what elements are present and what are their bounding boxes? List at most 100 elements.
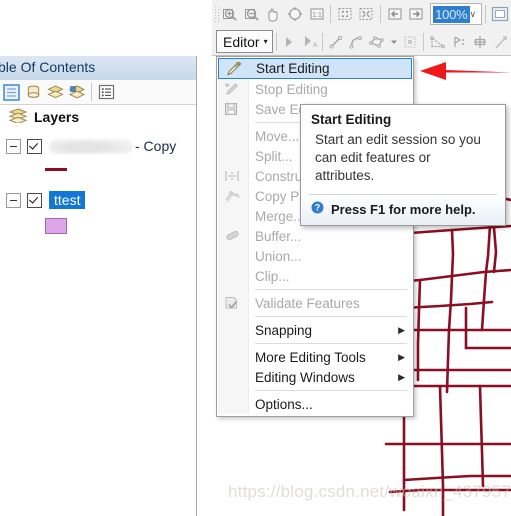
layer-visibility-checkbox[interactable] [27, 192, 42, 208]
toolbar-separator [322, 32, 324, 51]
construct-points-icon [223, 168, 241, 184]
menu-item-editing-windows[interactable]: Editing Windows ▶ [217, 367, 413, 387]
editor-toolbar: Editor ▾ A [212, 28, 511, 56]
edit-vertices-icon[interactable] [401, 30, 419, 54]
menu-item-snapping[interactable]: Snapping ▶ [217, 320, 413, 340]
zoom-in-icon[interactable] [221, 2, 241, 26]
menu-label: Options... [255, 396, 313, 412]
layer-visibility-checkbox[interactable] [27, 138, 42, 154]
tooltip-footer: ? Press F1 for more help. [301, 195, 505, 225]
menu-item-options[interactable]: Options... [217, 394, 413, 414]
edit-tool-icon[interactable] [280, 30, 298, 54]
menu-item-buffer[interactable]: Buffer... [217, 226, 413, 246]
construction-dropdown-caret[interactable] [389, 30, 399, 54]
cut-polygons-icon[interactable] [450, 30, 468, 54]
menu-label: Validate Features [255, 295, 360, 311]
menu-label: Buffer... [255, 228, 302, 244]
editor-menu-button[interactable]: Editor ▾ [216, 30, 273, 53]
chevron-down-icon: ▾ [263, 36, 268, 46]
toolbar-separator [423, 32, 424, 51]
toc-root-label: Layers [34, 109, 80, 125]
toolbar-separator [485, 5, 486, 23]
zoom-in-center-icon[interactable] [335, 2, 355, 26]
zoom-out-center-icon[interactable] [357, 2, 377, 26]
menu-separator [255, 289, 407, 290]
fixed-zoom-icon[interactable]: 1:1 [307, 2, 327, 26]
zoom-out-icon[interactable] [242, 2, 262, 26]
tooltip-footer-text: Press F1 for more help. [331, 201, 476, 217]
full-extent-icon[interactable] [285, 2, 305, 26]
menu-label: Editing Windows [255, 369, 355, 385]
construction-tool-icon[interactable] [367, 30, 387, 54]
menu-label: Union... [255, 248, 302, 264]
menu-item-union[interactable]: Union... [217, 246, 413, 266]
toc-layer-symbol [0, 215, 196, 237]
toc-title-bar: ble Of Contents [0, 56, 196, 81]
toc-layer-row[interactable]: - Copy [0, 134, 196, 158]
endpoint-arc-segment-icon[interactable] [347, 30, 365, 54]
toolbar-separator [275, 32, 277, 51]
layer-name-suffix: - Copy [135, 138, 177, 154]
rotate-tool-icon[interactable] [492, 30, 510, 54]
menu-item-validate-features[interactable]: Validate Features [217, 293, 413, 313]
toolbar-drag-grip[interactable] [214, 5, 220, 23]
layout-view-icon[interactable] [490, 2, 510, 26]
collapse-toggle-icon[interactable] [6, 138, 21, 154]
split-tool-icon[interactable] [470, 30, 490, 54]
chevron-down-icon[interactable]: ∨ [470, 9, 477, 20]
layer-name-redacted [49, 138, 133, 154]
collapse-toggle-icon[interactable] [6, 192, 21, 208]
watermark-text: https://blog.csdn.net/woaixn_43795783 [228, 482, 511, 501]
toc-root-layers[interactable]: Layers [0, 106, 196, 128]
menu-label: Stop Editing [255, 81, 328, 97]
go-next-extent-icon[interactable] [407, 2, 427, 26]
start-editing-icon [225, 61, 243, 77]
toc-layer-row[interactable]: ttest [0, 188, 196, 212]
menu-label: Move... [255, 128, 300, 144]
tooltip-popup: Start Editing Start an edit session so y… [300, 104, 506, 226]
help-icon: ? [311, 201, 324, 217]
options-icon[interactable] [95, 82, 117, 102]
list-by-drawing-order-icon[interactable] [0, 82, 22, 102]
layer-name-ttest[interactable]: ttest [49, 191, 86, 209]
navigation-toolbar: 1:1 100% ∨ [212, 0, 511, 29]
reshape-feature-icon[interactable] [428, 30, 448, 54]
menu-label: Split... [255, 148, 293, 164]
red-pointer-arrow [416, 56, 511, 86]
submenu-arrow-icon: ▶ [398, 371, 405, 382]
svg-text:1:1: 1:1 [312, 12, 322, 19]
list-by-source-icon[interactable] [22, 82, 44, 102]
menu-item-clip[interactable]: Clip... [217, 266, 413, 286]
edit-annotation-tool-icon[interactable]: A [300, 30, 318, 54]
straight-segment-icon[interactable] [327, 30, 345, 54]
toolbar-separator [380, 5, 381, 23]
pan-icon[interactable] [264, 2, 284, 26]
tooltip-title: Start Editing [311, 112, 392, 127]
stop-editing-icon [223, 81, 241, 97]
toolbar-separator [330, 5, 332, 23]
menu-item-start-editing[interactable]: Start Editing [218, 58, 412, 79]
toc-layer-tree: Layers - Copy ttest [0, 106, 196, 237]
menu-label: More Editing Tools [255, 349, 366, 365]
layers-stack-icon [8, 108, 28, 126]
toc-toolbar [0, 80, 196, 105]
validate-features-icon [223, 295, 241, 311]
tooltip-body: Start an edit session so you can edit fe… [315, 132, 481, 183]
list-by-visibility-icon[interactable] [44, 82, 66, 102]
go-back-extent-icon[interactable] [385, 2, 405, 26]
submenu-arrow-icon: ▶ [398, 351, 405, 362]
editor-menu-label: Editor [223, 33, 260, 50]
toolbar-separator [91, 83, 92, 101]
map-scale-value: 100% [433, 5, 470, 23]
toc-layer-symbol [0, 158, 196, 180]
list-by-selection-icon[interactable] [66, 82, 88, 102]
polygon-symbol-swatch [45, 218, 67, 234]
menu-item-more-editing-tools[interactable]: More Editing Tools ▶ [217, 347, 413, 367]
menu-label: Merge... [255, 208, 305, 224]
map-scale-combobox[interactable]: 100% ∨ [430, 3, 483, 25]
menu-label: Snapping [255, 322, 313, 338]
toc-title: ble Of Contents [0, 59, 96, 75]
menu-label: Clip... [255, 268, 290, 284]
menu-item-stop-editing[interactable]: Stop Editing [217, 79, 413, 99]
svg-text:A: A [313, 42, 317, 49]
